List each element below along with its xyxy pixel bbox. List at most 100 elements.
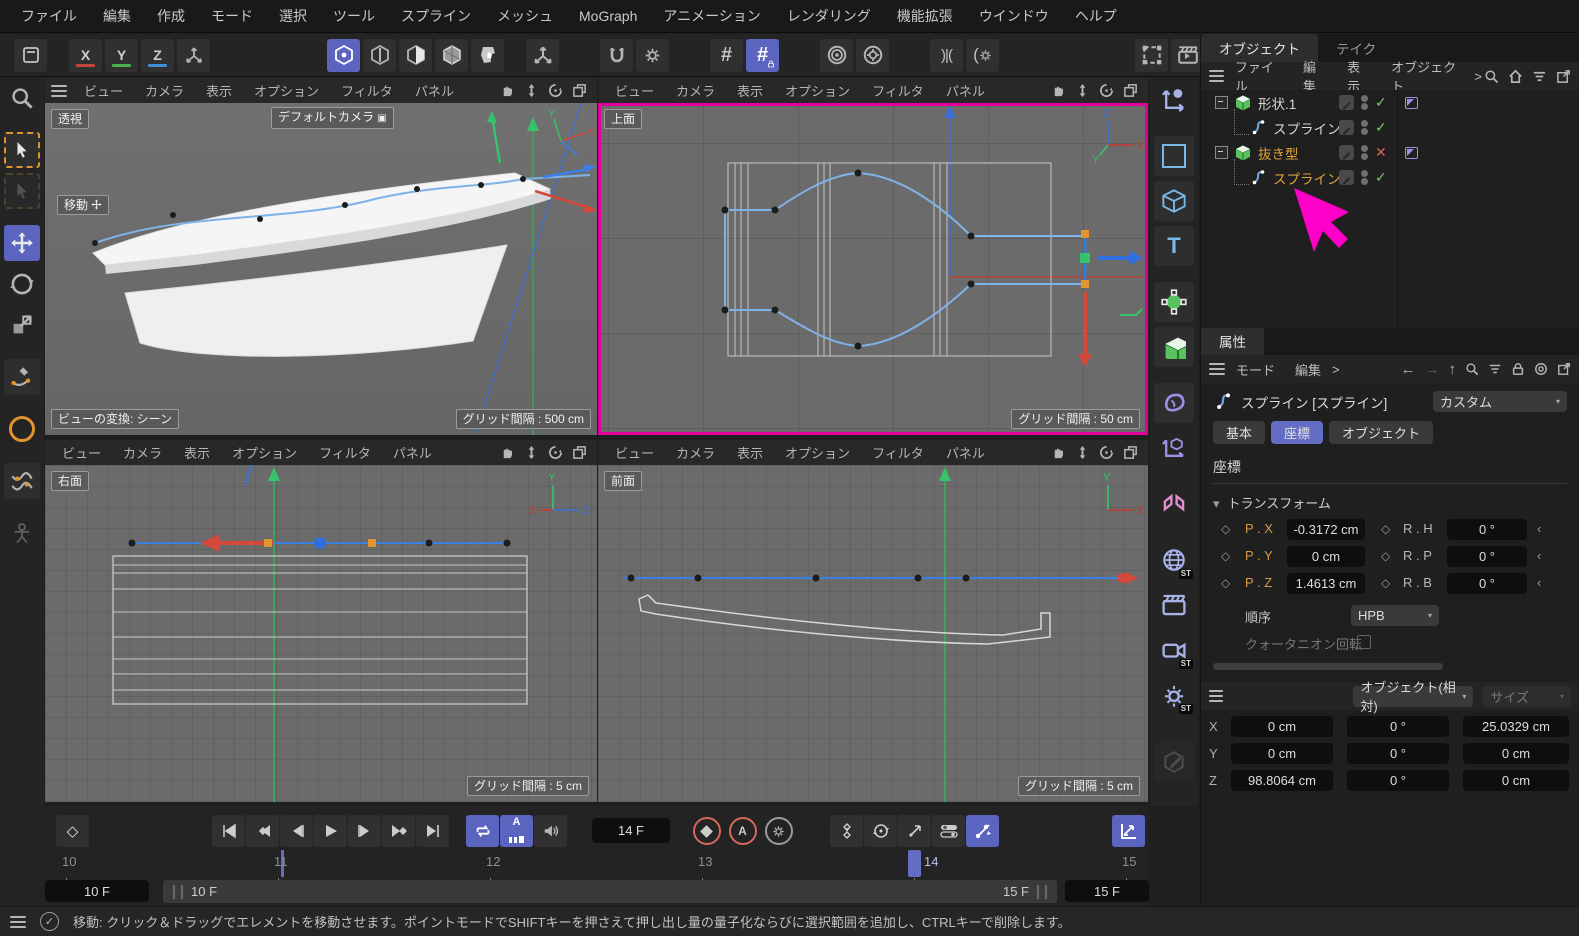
menu-render[interactable]: レンダリング [774,6,884,26]
perspective-canvas[interactable]: X Y 透視 デフォルトカメラ ▣ 移動 ビューの変換: シーン グリッド間隔 … [45,103,597,435]
coord-z-scale[interactable]: 0 cm [1463,770,1569,791]
right-canvas[interactable]: Y Z X 右面 グリッド間隔 : 5 cm [45,465,597,802]
keyframe-button[interactable]: ◇ [56,815,89,847]
filter-icon[interactable] [1532,69,1547,84]
coordinate-system-button[interactable] [177,39,210,72]
generator-check-icon[interactable]: ✓ [1375,119,1387,136]
object-name[interactable]: スプライン [1273,118,1341,138]
vp-menu-panel[interactable]: パネル [404,81,465,100]
vp-menu-view[interactable]: ビュー [604,443,665,462]
coord-size-dropdown[interactable]: サイズ▾ [1483,686,1571,707]
search-commander-button[interactable] [4,80,40,116]
generator-cube-button[interactable] [1154,327,1194,367]
current-frame-field[interactable]: 14 F [592,818,670,843]
rectangle-selection-button[interactable] [4,173,40,209]
menu-extensions[interactable]: 機能拡張 [884,6,966,26]
text-primitive-button[interactable]: T [1154,226,1194,266]
keyframe-dot-icon[interactable]: ◇ [1221,549,1230,563]
visibility-dots-icon[interactable] [1361,144,1368,161]
current-state-to-object-button[interactable] [856,39,889,72]
dolly-icon[interactable] [1075,83,1090,98]
key-position-button[interactable] [830,815,863,847]
spinner-left-icon[interactable]: ‹ [1537,521,1541,536]
pan-hand-icon[interactable] [500,445,515,460]
enable-toggle-icon[interactable] [1339,170,1354,185]
next-key-button[interactable] [382,815,415,847]
top-canvas[interactable]: Z X Y 上面 グリッド間隔 : 50 cm [598,103,1148,435]
material-button[interactable] [1154,742,1194,782]
menu-spline[interactable]: スプライン [388,6,484,26]
coord-x-rot[interactable]: 0 ° [1347,716,1449,737]
instance-button[interactable] [1154,428,1194,468]
polygon-mode-button[interactable] [399,39,432,72]
vp-menu-camera[interactable]: カメラ [665,81,726,100]
generator-subdivide-button[interactable] [1154,282,1194,322]
om-menu-overflow[interactable]: > [1474,69,1482,84]
keyframe-dot-icon[interactable]: ◇ [1221,576,1230,590]
dolly-icon[interactable] [1075,445,1090,460]
dolly-icon[interactable] [524,445,539,460]
nav-up-icon[interactable]: ↑ [1449,361,1457,378]
vp-menu-filter[interactable]: フィルタ [308,443,382,462]
keyframe-dot-icon[interactable]: ◇ [1381,522,1390,536]
tab-object[interactable]: オブジェクト [1329,421,1433,444]
coord-z-rot[interactable]: 0 ° [1347,770,1449,791]
coord-x-scale[interactable]: 25.0329 cm [1463,716,1569,737]
coord-y-scale[interactable]: 0 cm [1463,743,1569,764]
rb-input[interactable]: 0 ° [1447,573,1527,594]
quaternion-checkbox[interactable] [1357,635,1371,649]
axis-settings-button[interactable]: ( [966,39,999,72]
toggle-view-icon[interactable] [1123,445,1138,460]
om-burger-icon[interactable] [1209,67,1224,85]
expand-toggle-icon[interactable] [1215,146,1228,159]
tab-basic[interactable]: 基本 [1213,421,1265,444]
range-right-handle[interactable] [1037,885,1047,899]
coord-z-pos[interactable]: 98.8064 cm [1231,770,1333,791]
py-input[interactable]: 0 cm [1287,546,1365,567]
keyframe-dot-icon[interactable]: ◇ [1221,522,1230,536]
vp-menu-camera[interactable]: カメラ [134,81,195,100]
filter-icon[interactable] [1488,362,1502,376]
sound-button[interactable] [534,815,567,847]
spline-primitive-button[interactable] [1154,136,1194,176]
enable-toggle-icon[interactable] [1339,145,1354,160]
target-icon[interactable] [1534,362,1548,376]
vp-menu-display[interactable]: 表示 [173,443,221,462]
rp-input[interactable]: 0 ° [1447,546,1527,567]
pivot-tool-button[interactable] [1154,80,1194,120]
pz-input[interactable]: 1.4613 cm [1287,573,1365,594]
menu-mode[interactable]: モード [198,6,266,26]
record-keyframe-button[interactable] [690,815,723,847]
vp-menu-display[interactable]: 表示 [195,81,243,100]
render-region-button[interactable] [1135,39,1168,72]
expand-toggle-icon[interactable] [1215,96,1228,109]
menu-edit[interactable]: 編集 [90,6,144,26]
points-mode-button[interactable] [327,39,360,72]
key-pla-button[interactable] [966,815,999,847]
range-left-handle[interactable] [173,885,183,899]
orbit-icon[interactable] [1099,445,1114,460]
enable-toggle-icon[interactable] [1339,120,1354,135]
horizontal-scrollbar[interactable] [1213,663,1443,670]
viewport-front[interactable]: ビュー カメラ 表示 オプション フィルタ パネル [598,440,1148,802]
enable-toggle-icon[interactable] [1339,95,1354,110]
spinner-left-icon[interactable]: ‹ [1537,548,1541,563]
vp-menu-panel[interactable]: パネル [935,443,996,462]
orbit-icon[interactable] [548,83,563,98]
keying-settings-button[interactable] [762,815,795,847]
menu-select[interactable]: 選択 [266,6,320,26]
prev-key-button[interactable] [246,815,279,847]
menu-mesh[interactable]: メッシュ [484,6,566,26]
tree-row-shape1[interactable]: 形状.1 ✓ [1201,90,1579,115]
model-mode-button[interactable] [435,39,468,72]
search-icon[interactable] [1465,362,1479,376]
tab-attributes[interactable]: 属性 [1201,327,1264,355]
viewport-right[interactable]: ビュー カメラ 表示 オプション フィルタ パネル [45,440,597,802]
transform-group-header[interactable]: ▾トランスフォーム [1201,488,1579,517]
toggle-view-icon[interactable] [1123,83,1138,98]
vp-menu-camera[interactable]: カメラ [665,443,726,462]
tree-row-spline1[interactable]: スプライン ✓ [1201,115,1579,140]
menu-animation[interactable]: アニメーション [650,6,773,26]
spline-smooth-button[interactable] [4,463,40,499]
key-parameter-button[interactable] [932,815,965,847]
